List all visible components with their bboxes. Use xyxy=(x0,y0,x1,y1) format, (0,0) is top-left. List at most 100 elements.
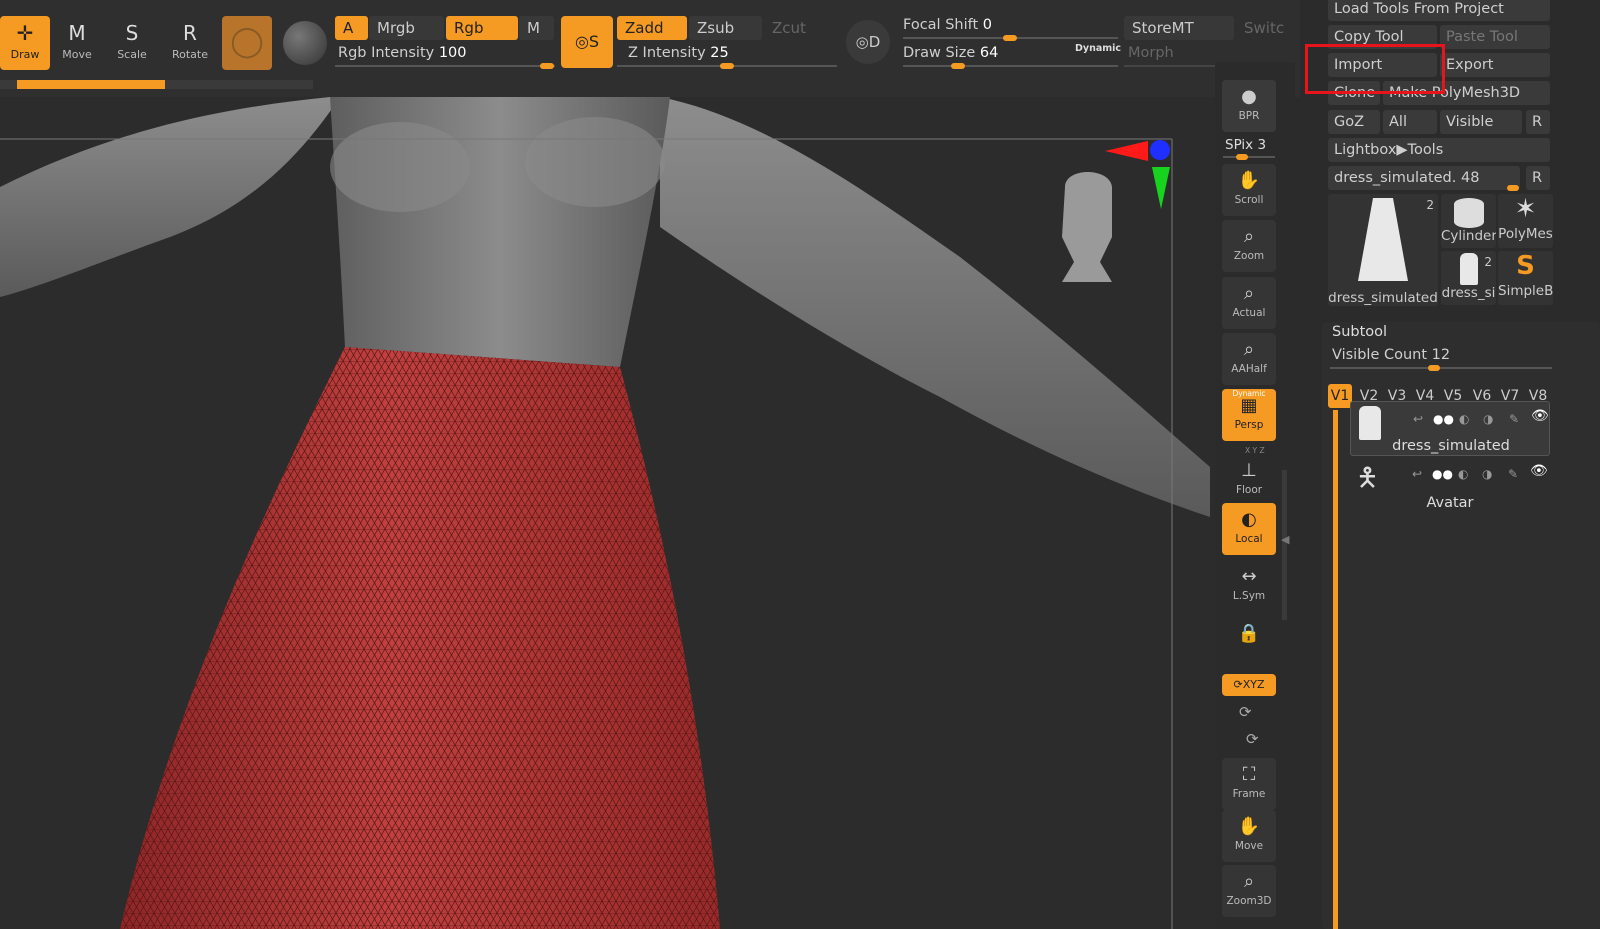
current-tool-r-button[interactable]: R xyxy=(1526,166,1550,190)
bpr-button[interactable]: ● BPR xyxy=(1222,80,1276,132)
simplebrush-s-icon: S xyxy=(1516,251,1535,281)
lock-camera-button[interactable]: 🔒 xyxy=(1222,617,1276,669)
canvas-viewport[interactable] xyxy=(0,97,1215,929)
rotate-button[interactable]: R Rotate xyxy=(165,16,215,70)
rgb-intensity-track xyxy=(335,65,555,67)
dynamic-toggle[interactable]: Dynamic xyxy=(1075,43,1121,54)
tool-thumb-simplebrush[interactable]: S SimpleB xyxy=(1498,251,1553,305)
subtool-title[interactable]: Subtool xyxy=(1332,324,1387,340)
spix-knob[interactable] xyxy=(1236,154,1248,160)
x-axis-gizmo xyxy=(1105,141,1148,161)
spix-track xyxy=(1223,156,1275,158)
brush-icon[interactable]: ✎ xyxy=(1509,412,1519,426)
goz-r-button[interactable]: R xyxy=(1526,110,1550,134)
lightbox-tools-button[interactable]: Lightbox▶Tools xyxy=(1328,138,1550,162)
chest-right-shape xyxy=(525,117,665,207)
subtool-scrollbar[interactable] xyxy=(1333,410,1338,929)
rotate-icon: R xyxy=(183,21,197,45)
move-button[interactable]: M Move xyxy=(52,16,102,70)
zadd-toggle[interactable]: Zadd xyxy=(617,16,687,40)
draw-size-knob[interactable] xyxy=(951,63,965,69)
focal-shift-knob[interactable] xyxy=(1003,35,1017,41)
subtool-item-avatar[interactable]: 🯅 ↩ ●● ◐ ◑ ✎ 👁 Avatar xyxy=(1350,457,1550,512)
toggle-on-icon[interactable]: ●● xyxy=(1433,412,1454,426)
orientation-head-icon[interactable] xyxy=(1062,172,1112,282)
lsym-icon: ↔ xyxy=(1241,566,1257,587)
zcut-toggle[interactable]: Zcut xyxy=(764,16,834,40)
solo-icon[interactable]: ◐ xyxy=(1458,467,1468,481)
export-button[interactable]: Export xyxy=(1440,53,1550,77)
dress-thumb-icon xyxy=(1358,198,1408,281)
eye-icon[interactable]: 👁 xyxy=(1531,408,1549,424)
goz-all-button[interactable]: All xyxy=(1383,110,1437,134)
scale-button[interactable]: S Scale xyxy=(107,16,157,70)
s-sculpt-button[interactable]: ◎S xyxy=(561,16,613,68)
rgb-intensity-knob[interactable] xyxy=(540,63,554,69)
z-axis-gizmo xyxy=(1150,140,1170,160)
solo-icon[interactable]: ◐ xyxy=(1459,412,1469,426)
hand-icon: ✋ xyxy=(1237,816,1261,837)
visible-count-slider[interactable]: Visible Count 12 xyxy=(1332,347,1450,363)
arrow-icon[interactable]: ↩ xyxy=(1412,467,1422,481)
brush-icon[interactable]: ✎ xyxy=(1508,467,1518,481)
draw-button[interactable]: ✛ Draw xyxy=(0,16,50,70)
draw-size-track xyxy=(903,65,1118,67)
actual-button[interactable]: ⌕ Actual xyxy=(1222,277,1276,329)
current-tool-knob[interactable] xyxy=(1507,185,1519,191)
visible-count-track xyxy=(1330,367,1552,369)
tool-thumb-polymesh[interactable]: ✶ PolyMes xyxy=(1498,194,1553,248)
local-icon: ◐ xyxy=(1241,509,1257,530)
material-button[interactable]: ◯ xyxy=(222,16,272,70)
persp-button[interactable]: Dynamic ▦ Persp xyxy=(1222,389,1276,441)
aahalf-button[interactable]: ⌕ AAHalf xyxy=(1222,333,1276,385)
goz-visible-button[interactable]: Visible xyxy=(1440,110,1522,134)
z-intensity-slider[interactable]: Z Intensity 25 xyxy=(628,45,729,61)
collapse-arrow-icon[interactable]: ◀ xyxy=(1281,533,1289,546)
zoom-button[interactable]: ⌕ Zoom xyxy=(1222,220,1276,272)
draw-size-slider[interactable]: Draw Size 64 xyxy=(903,45,998,61)
morph-slider[interactable]: Morph xyxy=(1128,45,1174,61)
current-tool-slider[interactable]: dress_simulated. 48 xyxy=(1328,166,1520,190)
paste-tool-button[interactable]: Paste Tool xyxy=(1440,25,1550,49)
ghost-icon[interactable]: ◑ xyxy=(1482,467,1492,481)
load-tools-button[interactable]: Load Tools From Project xyxy=(1328,0,1550,21)
subtool-item-dress-simulated[interactable]: ↩ ●● ◐ ◑ ✎ 👁 dress_simulated xyxy=(1350,401,1550,456)
scroll-button[interactable]: ✋ Scroll xyxy=(1222,164,1276,216)
xyz-button[interactable]: ⟳XYZ xyxy=(1222,674,1276,696)
floor-icon: ⊥ xyxy=(1241,460,1257,481)
lsym-button[interactable]: ↔ L.Sym xyxy=(1222,560,1276,612)
spix-slider[interactable]: SPix 3 xyxy=(1225,137,1266,153)
floor-button[interactable]: ⊥ Floor xyxy=(1222,454,1276,506)
eye-icon[interactable]: 👁 xyxy=(1530,463,1548,479)
goz-button[interactable]: GoZ xyxy=(1328,110,1380,134)
frame-button[interactable]: ⛶ Frame xyxy=(1222,758,1276,810)
mrgb-toggle[interactable]: Mrgb xyxy=(369,16,444,40)
zsub-toggle[interactable]: Zsub xyxy=(689,16,762,40)
rgb-toggle[interactable]: Rgb xyxy=(446,16,518,40)
rotate-z-icon[interactable]: ⟳ xyxy=(1246,730,1259,748)
m-toggle[interactable]: M xyxy=(519,16,554,40)
switch-button[interactable]: Switc xyxy=(1236,16,1286,40)
color-swatch-icon[interactable] xyxy=(283,21,327,65)
d-button[interactable]: ◎D xyxy=(846,20,890,64)
arrow-icon[interactable]: ↩ xyxy=(1413,412,1423,426)
ghost-icon[interactable]: ◑ xyxy=(1483,412,1493,426)
tool-thumb-cylinder[interactable]: Cylinder xyxy=(1441,194,1496,248)
move-view-button[interactable]: ✋ Move xyxy=(1222,810,1276,862)
tool-thumb-dress-si[interactable]: 2 dress_si xyxy=(1441,251,1496,305)
aahalf-icon: ⌕ xyxy=(1243,339,1255,360)
z-intensity-knob[interactable] xyxy=(720,63,734,69)
sculpt-s-icon: ◎S xyxy=(574,32,600,51)
rotate-y-icon[interactable]: ⟳ xyxy=(1239,703,1252,721)
toggle-on-icon[interactable]: ●● xyxy=(1432,467,1453,481)
local-button[interactable]: ◐ Local xyxy=(1222,503,1276,555)
zoom3d-button[interactable]: ⌕ Zoom3D xyxy=(1222,865,1276,917)
focal-shift-slider[interactable]: Focal Shift 0 xyxy=(903,17,992,33)
storemt-button[interactable]: StoreMT xyxy=(1124,16,1234,40)
rgb-intensity-slider[interactable]: Rgb Intensity 100 xyxy=(338,45,467,61)
visible-count-knob[interactable] xyxy=(1428,365,1440,371)
skirt-wireframe xyxy=(120,347,720,929)
version-v1[interactable]: V1 xyxy=(1328,384,1352,408)
a-toggle[interactable]: A xyxy=(335,16,368,40)
tool-thumb-dress-simulated[interactable]: 2 dress_simulated xyxy=(1328,194,1438,306)
